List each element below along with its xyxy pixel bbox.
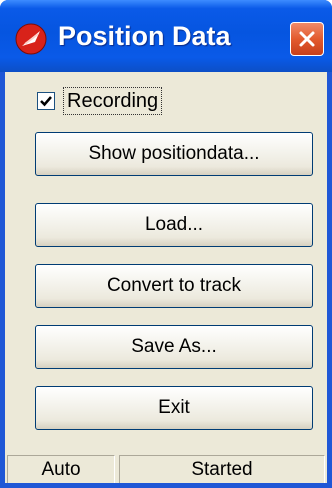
status-bar: Auto Started — [5, 452, 327, 483]
app-logo-icon — [14, 22, 48, 56]
status-state: Started — [119, 455, 325, 483]
convert-to-track-button[interactable]: Convert to track — [35, 264, 313, 308]
window-client-area: Recording Show positiondata... Load... C… — [5, 72, 327, 483]
load-button[interactable]: Load... — [35, 203, 313, 247]
status-mode: Auto — [7, 455, 115, 483]
save-as-button[interactable]: Save As... — [35, 325, 313, 369]
close-button[interactable] — [290, 22, 324, 56]
recording-label[interactable]: Recording — [63, 87, 163, 115]
position-data-window: Position Data Recording Show positiondat… — [0, 0, 332, 488]
exit-button[interactable]: Exit — [35, 386, 313, 430]
recording-checkbox[interactable] — [37, 92, 55, 110]
title-bar[interactable]: Position Data — [0, 0, 332, 72]
checkmark-icon — [40, 96, 52, 107]
show-positiondata-button[interactable]: Show positiondata... — [35, 132, 313, 176]
recording-checkbox-row[interactable]: Recording — [37, 86, 163, 116]
window-title: Position Data — [58, 21, 231, 51]
